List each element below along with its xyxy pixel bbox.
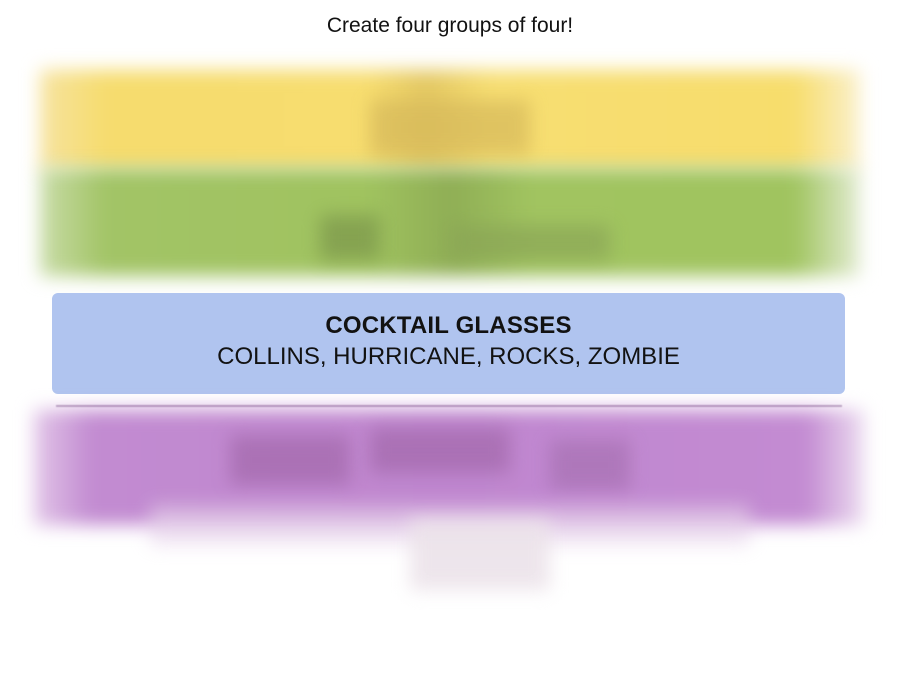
- group-green-text-blur-2: [450, 225, 610, 260]
- group-purple-text-blur-1: [230, 435, 350, 485]
- solved-group-members: COLLINS, HURRICANE, ROCKS, ZOMBIE: [217, 343, 680, 370]
- divider-line: [56, 405, 842, 407]
- instructions-text: Create four groups of four!: [326, 14, 574, 37]
- connections-game: Create four groups of four! COCKTAIL GLA…: [0, 0, 900, 679]
- solved-group-title: COCKTAIL GLASSES: [325, 312, 572, 339]
- group-yellow-text-blur: [370, 100, 530, 155]
- group-purple-text-blur-2: [370, 428, 510, 473]
- group-green-text-blur-1: [320, 215, 380, 260]
- solved-group-card-blue: COCKTAIL GLASSES COLLINS, HURRICANE, ROC…: [52, 293, 845, 394]
- obscured-button-area: [410, 520, 550, 590]
- group-purple-text-blur-3: [550, 440, 630, 490]
